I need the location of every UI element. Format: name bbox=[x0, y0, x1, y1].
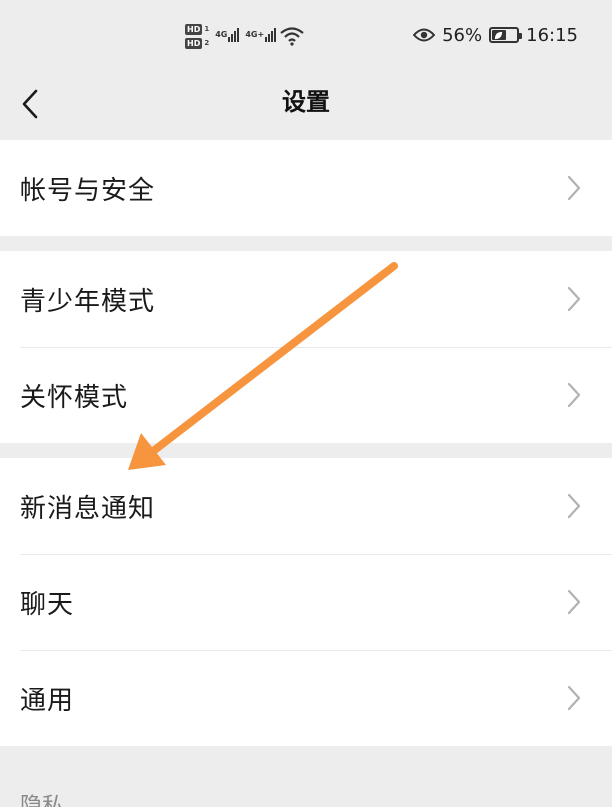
battery-icon bbox=[489, 27, 523, 43]
settings-group-account: 帐号与安全 bbox=[0, 140, 612, 236]
chevron-right-icon bbox=[567, 382, 581, 408]
hd-badge-1: HD bbox=[185, 23, 203, 35]
settings-item-label: 通用 bbox=[20, 685, 75, 716]
settings-item-chat[interactable]: 聊天 bbox=[0, 554, 612, 650]
settings-item-care-mode[interactable]: 关怀模式 bbox=[0, 347, 612, 443]
battery-fill bbox=[492, 30, 506, 40]
chevron-right-icon bbox=[567, 286, 581, 312]
chevron-right-icon bbox=[567, 175, 581, 201]
network-type-1: 4G bbox=[215, 30, 228, 39]
back-button[interactable] bbox=[10, 80, 50, 128]
settings-item-label: 青少年模式 bbox=[20, 286, 156, 317]
settings-group-modes: 青少年模式 关怀模式 bbox=[0, 251, 612, 443]
settings-group-general: 新消息通知 聊天 通用 bbox=[0, 458, 612, 746]
settings-item-label: 关怀模式 bbox=[20, 382, 129, 413]
settings-item-account-security[interactable]: 帐号与安全 bbox=[0, 140, 612, 236]
settings-item-label: 帐号与安全 bbox=[20, 175, 156, 206]
nav-bar: 设置 bbox=[0, 70, 612, 138]
status-left: HD 1 HD 2 4G 4G+ bbox=[185, 18, 305, 54]
settings-item-teen-mode[interactable]: 青少年模式 bbox=[0, 251, 612, 347]
chevron-right-icon bbox=[567, 493, 581, 519]
chevron-left-icon bbox=[22, 89, 38, 119]
leaf-icon bbox=[495, 31, 503, 39]
chevron-right-icon bbox=[567, 685, 581, 711]
hd-num-2: 2 bbox=[204, 39, 210, 47]
sim-indicators: HD 1 HD 2 bbox=[185, 23, 210, 49]
wifi-icon bbox=[280, 27, 304, 46]
settings-item-label: 新消息通知 bbox=[20, 493, 156, 524]
eye-icon bbox=[413, 28, 436, 42]
settings-item-label: 聊天 bbox=[20, 589, 75, 620]
signal-bars-icon bbox=[228, 26, 240, 42]
settings-item-new-message-notifications[interactable]: 新消息通知 bbox=[0, 458, 612, 554]
signal-2: 4G+ bbox=[245, 26, 277, 46]
hd-num-1: 1 bbox=[204, 25, 210, 33]
status-bar: HD 1 HD 2 4G 4G+ 56% 16:15 bbox=[0, 0, 612, 70]
status-right: 56% 16:15 bbox=[413, 22, 578, 48]
network-type-2: 4G+ bbox=[245, 30, 265, 39]
settings-item-general[interactable]: 通用 bbox=[0, 650, 612, 746]
hd-badge-2: HD bbox=[185, 37, 203, 49]
signal-bars-icon bbox=[265, 26, 277, 42]
signal-1: 4G bbox=[215, 26, 240, 46]
clock: 16:15 bbox=[526, 24, 578, 46]
section-header-privacy: 隐私 bbox=[20, 794, 65, 807]
battery-percent: 56% bbox=[442, 24, 483, 46]
page-title: 设置 bbox=[282, 88, 330, 116]
chevron-right-icon bbox=[567, 589, 581, 615]
